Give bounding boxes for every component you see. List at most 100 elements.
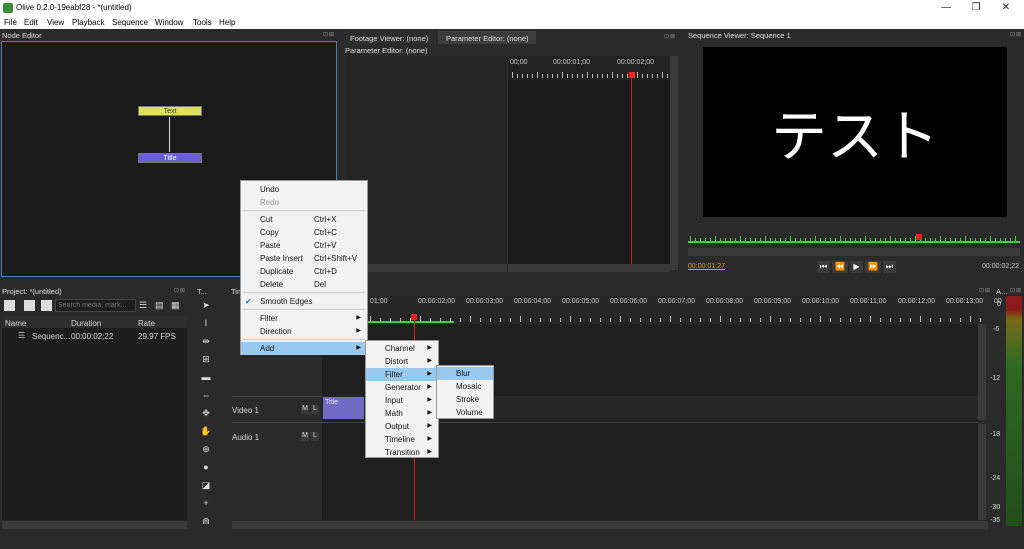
add-item-generator[interactable]: Generator ▶ — [366, 381, 438, 394]
tree-view-icon[interactable]: ☰ — [139, 300, 150, 311]
table-row[interactable]: ☰ Sequenc... 00:00:02;22 29.97 FPS — [2, 330, 187, 342]
filter-item-mosaic[interactable]: Mosaic — [437, 380, 493, 393]
project-list[interactable]: Name Duration Rate ☰ Sequenc... 00:00:02… — [2, 316, 187, 520]
menu-item-delete[interactable]: Delete Del — [241, 278, 367, 291]
param-editor-dock-buttons[interactable]: ⊡⊠ — [664, 33, 676, 40]
audio-vscrollbar[interactable] — [978, 424, 986, 520]
menu-item-paste-insert[interactable]: Paste Insert Ctrl+Shift+V — [241, 252, 367, 265]
play-icon[interactable]: ▶ — [850, 261, 863, 273]
new-icon[interactable] — [4, 300, 15, 311]
filter-item-volume[interactable]: Volume — [437, 406, 493, 419]
menu-item-undo[interactable]: Undo — [241, 183, 367, 196]
close-button[interactable]: ✕ — [996, 1, 1016, 15]
slip-tool-icon[interactable]: ⇔ — [199, 389, 213, 402]
menu-item-redo[interactable]: Redo — [241, 196, 367, 209]
column-duration[interactable]: Duration — [71, 319, 101, 328]
razor-tool-icon[interactable]: ▬ — [199, 371, 213, 384]
track-audio-1-mute[interactable]: M — [301, 432, 309, 441]
minimize-button[interactable]: — — [936, 1, 956, 15]
menu-item-smooth-edges[interactable]: ✔ Smooth Edges — [241, 295, 367, 308]
icon-view-icon[interactable]: ▦ — [171, 300, 182, 311]
ripple-tool-icon[interactable]: ⇹ — [199, 335, 213, 348]
project-dock-buttons[interactable]: ⊡⊠ — [174, 287, 186, 294]
param-vscrollbar[interactable] — [670, 56, 678, 270]
param-list-hscrollbar[interactable] — [345, 264, 507, 272]
menu-item-copy-label: Copy — [260, 228, 279, 237]
go-to-start-icon[interactable]: ⏮ — [817, 261, 830, 273]
track-video-1-mute[interactable]: M — [301, 405, 309, 414]
record-tool-icon[interactable]: ● — [199, 461, 213, 474]
menu-item-direction[interactable]: Direction ▶ — [241, 325, 367, 338]
zoom-tool-icon[interactable]: ⊕ — [199, 443, 213, 456]
pointer-tool-icon[interactable]: ➤ — [199, 299, 213, 312]
menu-file[interactable]: File — [4, 18, 17, 27]
menu-help[interactable]: Help — [219, 18, 235, 27]
ruler-tick — [930, 238, 931, 241]
menu-item-copy[interactable]: Copy Ctrl+C — [241, 226, 367, 239]
slide-tool-icon[interactable]: ✥ — [199, 407, 213, 420]
add-item-output[interactable]: Output ▶ — [366, 420, 438, 433]
param-playhead-marker[interactable] — [629, 72, 635, 78]
menu-tools[interactable]: Tools — [193, 18, 212, 27]
video-vscrollbar[interactable] — [978, 324, 986, 420]
menu-item-filter[interactable]: Filter ▶ — [241, 312, 367, 325]
add-tool-icon[interactable]: + — [199, 497, 213, 510]
sequence-viewer-ruler[interactable] — [688, 228, 1020, 246]
menu-item-duplicate[interactable]: Duplicate Ctrl+D — [241, 265, 367, 278]
audio-meter-dock-buttons[interactable]: ⊡⊠ — [1010, 287, 1022, 294]
track-video-1-lock[interactable]: L — [311, 405, 319, 414]
save-icon[interactable] — [41, 300, 52, 311]
param-keyframe-hscrollbar[interactable] — [508, 264, 670, 272]
add-item-channel[interactable]: Channel ▶ — [366, 342, 438, 355]
filter-item-blur[interactable]: Blur — [437, 367, 493, 380]
sequence-viewer-display[interactable]: テスト — [703, 47, 1007, 217]
add-item-timeline[interactable]: Timeline ▶ — [366, 433, 438, 446]
ruler-tick — [602, 74, 603, 78]
add-item-distort[interactable]: Distort ▶ — [366, 355, 438, 368]
param-editor-keyframes[interactable]: 00;00 00:00:01;00 00:00:02;00 — [508, 56, 670, 270]
node-text[interactable]: Text — [138, 106, 202, 116]
snap-tool-icon[interactable]: ⋒ — [199, 515, 213, 528]
menu-item-cut-shortcut: Ctrl+X — [314, 215, 337, 224]
node-title[interactable]: Title — [138, 153, 202, 163]
viewer-hscrollbar[interactable] — [688, 248, 1020, 256]
timeline-hscrollbar[interactable] — [232, 521, 988, 529]
menu-item-cut[interactable]: Cut Ctrl+X — [241, 213, 367, 226]
viewer-current-timecode[interactable]: 00:00:01:27 — [688, 263, 725, 270]
add-item-input[interactable]: Input ▶ — [366, 394, 438, 407]
track-audio-1-lock[interactable]: L — [311, 432, 319, 441]
add-item-filter[interactable]: Filter ▶ — [366, 368, 438, 381]
menu-sequence[interactable]: Sequence — [112, 18, 148, 27]
rewind-icon[interactable]: ⏪ — [832, 261, 848, 273]
viewer-playhead-marker[interactable] — [916, 234, 922, 240]
fast-forward-icon[interactable]: ⏩ — [865, 261, 881, 273]
add-item-transition[interactable]: Transition ▶ — [366, 446, 438, 459]
tab-footage-viewer[interactable]: Footage Viewer: (none) — [344, 31, 436, 44]
edit-tool-icon[interactable]: Ⅰ — [199, 317, 213, 330]
transition-tool-icon[interactable]: ◪ — [199, 479, 213, 492]
sequence-viewer-dock-buttons[interactable]: ⊡⊠ — [1010, 31, 1022, 38]
param-editor-list[interactable] — [345, 56, 507, 270]
column-name[interactable]: Name — [5, 319, 26, 328]
menu-playback[interactable]: Playback — [72, 18, 104, 27]
list-view-icon[interactable]: ▤ — [155, 300, 166, 311]
column-rate[interactable]: Rate — [138, 319, 155, 328]
hand-tool-icon[interactable]: ✋ — [199, 425, 213, 438]
menu-view[interactable]: View — [47, 18, 64, 27]
node-editor-dock-buttons[interactable]: ⊡⊠ — [323, 31, 335, 38]
menu-item-add[interactable]: Add ▶ — [241, 342, 367, 355]
menu-item-paste[interactable]: Paste Ctrl+V — [241, 239, 367, 252]
filter-item-stroke[interactable]: Stroke — [437, 393, 493, 406]
title-clip[interactable]: Title — [323, 397, 364, 419]
timeline-dock-buttons[interactable]: ⊡⊠ — [979, 287, 991, 294]
menu-edit[interactable]: Edit — [24, 18, 38, 27]
project-hscrollbar[interactable] — [2, 521, 187, 529]
open-icon[interactable] — [24, 300, 35, 311]
add-item-math[interactable]: Math ▶ — [366, 407, 438, 420]
rolling-tool-icon[interactable]: ⊞ — [199, 353, 213, 366]
search-input[interactable] — [55, 299, 136, 312]
tab-parameter-editor[interactable]: Parameter Editor: (none) — [438, 31, 536, 44]
menu-window[interactable]: Window — [155, 18, 183, 27]
restore-button[interactable]: ❐ — [966, 1, 986, 15]
go-to-end-icon[interactable]: ⏭ — [883, 261, 896, 273]
